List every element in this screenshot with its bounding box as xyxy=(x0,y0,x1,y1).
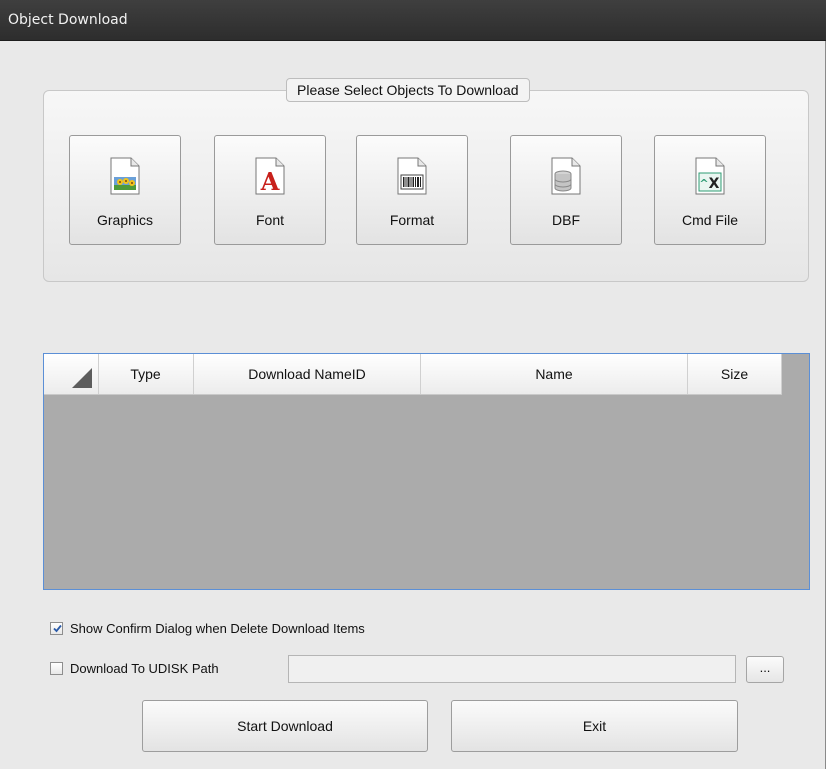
graphics-button-label: Graphics xyxy=(96,212,154,228)
column-header-size[interactable]: Size xyxy=(688,354,782,394)
database-file-icon xyxy=(551,157,581,195)
start-download-button[interactable]: Start Download xyxy=(142,700,428,752)
format-barcode-file-icon xyxy=(397,157,427,195)
command-file-icon: ^ X xyxy=(695,157,725,195)
dbf-button-label: DBF xyxy=(552,212,580,228)
column-header-download-nameid[interactable]: Download NameID xyxy=(194,354,421,394)
udisk-checkbox[interactable] xyxy=(50,662,63,675)
font-button[interactable]: A Font xyxy=(214,135,326,245)
download-items-grid[interactable]: Type Download NameID Name Size xyxy=(43,353,810,590)
graphics-file-icon xyxy=(110,157,140,195)
confirm-delete-label: Show Confirm Dialog when Delete Download… xyxy=(70,621,365,636)
window-title: Object Download xyxy=(8,12,128,28)
svg-text:^: ^ xyxy=(699,177,708,190)
browse-path-button[interactable]: ... xyxy=(746,656,784,683)
graphics-button[interactable]: Graphics xyxy=(69,135,181,245)
udisk-label: Download To UDISK Path xyxy=(70,661,219,676)
column-header-name[interactable]: Name xyxy=(421,354,688,394)
exit-button[interactable]: Exit xyxy=(451,700,738,752)
corner-triangle-icon xyxy=(72,368,92,388)
cmd-file-button[interactable]: ^ X Cmd File xyxy=(654,135,766,245)
title-bar[interactable]: Object Download xyxy=(0,0,826,41)
cmd-file-button-label: Cmd File xyxy=(681,212,738,228)
format-button-label: Format xyxy=(389,212,435,228)
font-button-label: Font xyxy=(255,212,284,228)
udisk-path-field[interactable] xyxy=(288,655,736,683)
font-file-icon: A xyxy=(255,157,285,195)
svg-text:A: A xyxy=(260,167,280,195)
grid-header: Type Download NameID Name Size xyxy=(44,354,782,395)
confirm-delete-checkbox[interactable] xyxy=(50,622,63,635)
select-all-corner[interactable] xyxy=(44,354,99,394)
column-header-type[interactable]: Type xyxy=(98,354,194,394)
grid-empty-area xyxy=(782,354,809,589)
svg-text:X: X xyxy=(709,176,720,192)
checkmark-icon xyxy=(53,624,62,633)
format-button[interactable]: Format xyxy=(356,135,468,245)
dbf-button[interactable]: DBF xyxy=(510,135,622,245)
object-select-legend: Please Select Objects To Download xyxy=(286,78,530,102)
